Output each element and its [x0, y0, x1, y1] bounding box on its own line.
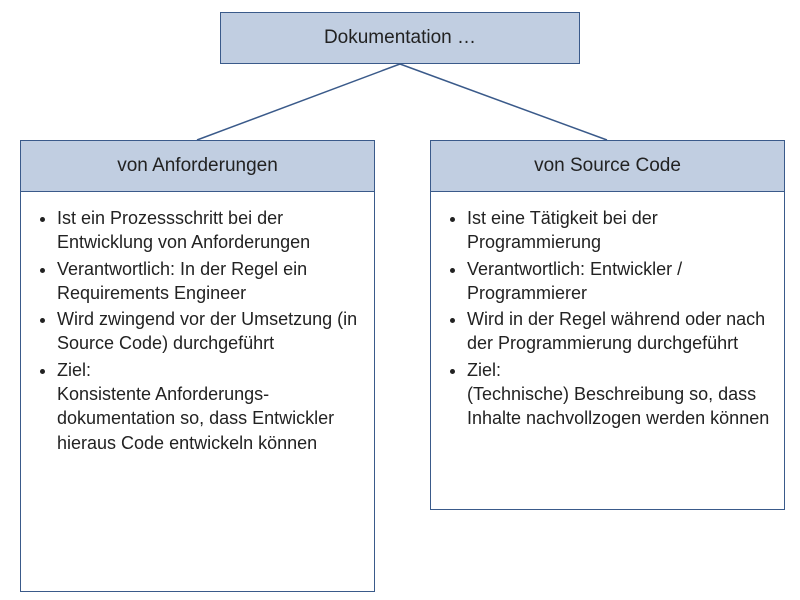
list-item: Ist eine Tätigkeit bei der Programmierun… — [467, 206, 772, 255]
child-title-sourcecode: von Source Code — [534, 155, 681, 176]
child-body-sourcecode: Ist eine Tätigkeit bei der Programmierun… — [431, 192, 784, 447]
sourcecode-list: Ist eine Tätigkeit bei der Programmierun… — [441, 206, 772, 431]
list-item: Wird in der Regel während oder nach der … — [467, 307, 772, 356]
child-node-requirements: von Anforderungen Ist ein Prozessschritt… — [20, 140, 375, 592]
list-item: Verantwortlich: Entwickler / Programmier… — [467, 257, 772, 306]
child-header-sourcecode: von Source Code — [431, 141, 784, 192]
child-header-requirements: von Anforderungen — [21, 141, 374, 192]
list-item: Ziel: Konsistente Anforderungs-dokumenta… — [57, 358, 362, 455]
root-title: Dokumentation … — [324, 27, 476, 49]
list-item: Wird zwingend vor der Umsetzung (in Sour… — [57, 307, 362, 356]
list-item: Verantwortlich: In der Regel ein Require… — [57, 257, 362, 306]
child-node-sourcecode: von Source Code Ist eine Tätigkeit bei d… — [430, 140, 785, 510]
child-title-requirements: von Anforderungen — [117, 155, 278, 176]
root-node: Dokumentation … — [220, 12, 580, 64]
list-item: Ist ein Prozessschritt bei der Entwicklu… — [57, 206, 362, 255]
child-body-requirements: Ist ein Prozessschritt bei der Entwicklu… — [21, 192, 374, 471]
list-item: Ziel: (Technische) Beschreibung so, dass… — [467, 358, 772, 431]
requirements-list: Ist ein Prozessschritt bei der Entwicklu… — [31, 206, 362, 455]
